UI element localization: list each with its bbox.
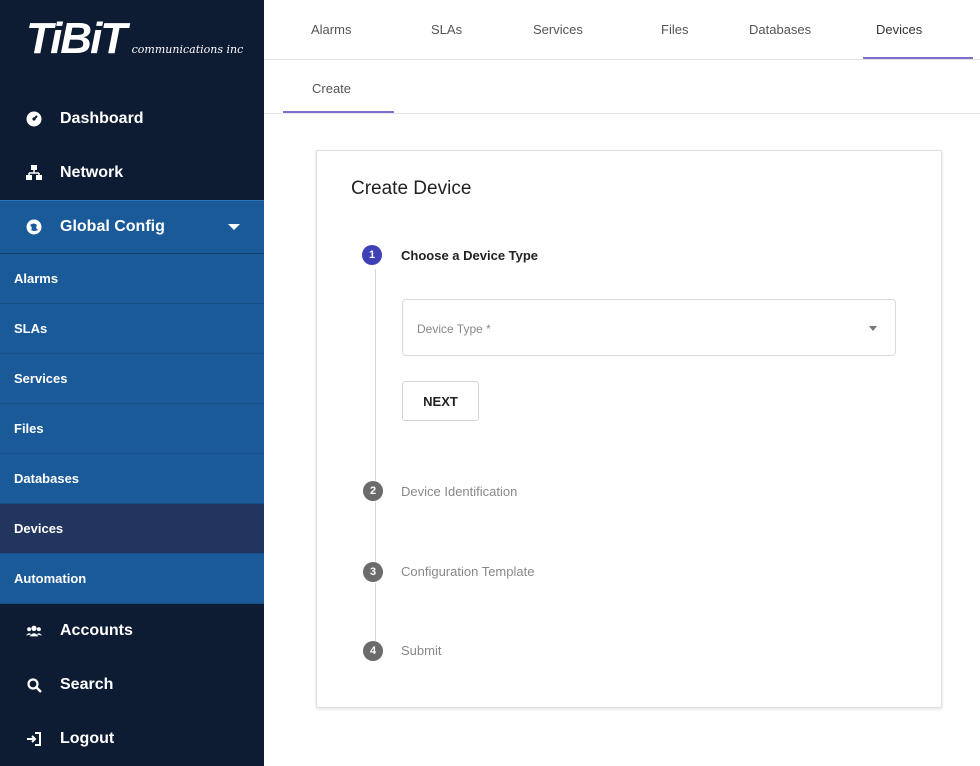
top-tab-bar: Alarms SLAs Services Files Databases Dev… (264, 0, 980, 60)
logo-tagline: communications inc (131, 43, 244, 56)
nav-item-logout[interactable]: Logout (0, 712, 264, 766)
nav-item-search[interactable]: Search (0, 658, 264, 712)
stepper-connector (375, 583, 376, 641)
create-device-card: Create Device 1 Choose a Device Type Dev… (316, 150, 942, 708)
nav-label-global-config: Global Config (60, 218, 165, 235)
tab-alarms[interactable]: Alarms (311, 22, 351, 37)
nav-item-global-config[interactable]: Global Config (0, 200, 264, 254)
stepper-connector (375, 269, 376, 481)
step-4-badge: 4 (363, 641, 383, 661)
sidebar: TiBiT communications inc Dashboard Netwo… (0, 0, 264, 766)
company-logo: TiBiT communications inc (0, 0, 264, 92)
page-title: Create Device (351, 178, 472, 199)
search-icon (26, 677, 42, 693)
logo-wordmark: TiBiT (26, 14, 127, 63)
device-type-select[interactable]: Device Type * (402, 299, 896, 356)
globe-icon (26, 219, 42, 235)
nav-item-network[interactable]: Network (0, 146, 264, 200)
step-2-badge: 2 (363, 481, 383, 501)
step-2-label[interactable]: Device Identification (401, 484, 517, 499)
nav-item-accounts[interactable]: Accounts (0, 604, 264, 658)
nav-label-accounts: Accounts (60, 622, 133, 639)
nav-label-dashboard: Dashboard (60, 110, 144, 127)
step-1-label[interactable]: Choose a Device Type (401, 248, 538, 263)
tab-services[interactable]: Services (533, 22, 583, 37)
sidebar-item-databases[interactable]: Databases (0, 454, 264, 504)
sub-tab-bar: Create (264, 60, 980, 114)
nav-item-dashboard[interactable]: Dashboard (0, 92, 264, 146)
tab-slas[interactable]: SLAs (431, 22, 462, 37)
device-type-placeholder: Device Type * (417, 322, 491, 336)
nav-label-network: Network (60, 164, 124, 181)
nav-label-search: Search (60, 676, 114, 693)
dashboard-icon (26, 111, 42, 127)
step-3-label[interactable]: Configuration Template (401, 564, 534, 579)
tab-devices[interactable]: Devices (876, 22, 922, 37)
sidebar-item-devices[interactable]: Devices (0, 504, 264, 554)
accounts-icon (26, 623, 42, 639)
sidebar-item-slas[interactable]: SLAs (0, 304, 264, 354)
global-config-submenu: Alarms SLAs Services Files Databases Dev… (0, 254, 264, 604)
next-button[interactable]: NEXT (402, 381, 479, 421)
active-tab-indicator (863, 57, 973, 59)
nav-label-logout: Logout (60, 730, 115, 747)
stepper-connector (375, 501, 376, 563)
dropdown-arrow-icon (869, 326, 877, 331)
sidebar-item-services[interactable]: Services (0, 354, 264, 404)
subtab-create[interactable]: Create (312, 81, 351, 96)
tab-files[interactable]: Files (661, 22, 688, 37)
step-3-badge: 3 (363, 562, 383, 582)
logout-icon (26, 731, 42, 747)
sidebar-item-alarms[interactable]: Alarms (0, 254, 264, 304)
network-icon (26, 165, 42, 181)
active-subtab-indicator (283, 111, 394, 113)
sidebar-item-automation[interactable]: Automation (0, 554, 264, 604)
step-4-label[interactable]: Submit (401, 643, 441, 658)
step-1-badge: 1 (362, 245, 382, 265)
chevron-down-icon (228, 224, 240, 230)
sidebar-item-files[interactable]: Files (0, 404, 264, 454)
tab-databases[interactable]: Databases (749, 22, 811, 37)
